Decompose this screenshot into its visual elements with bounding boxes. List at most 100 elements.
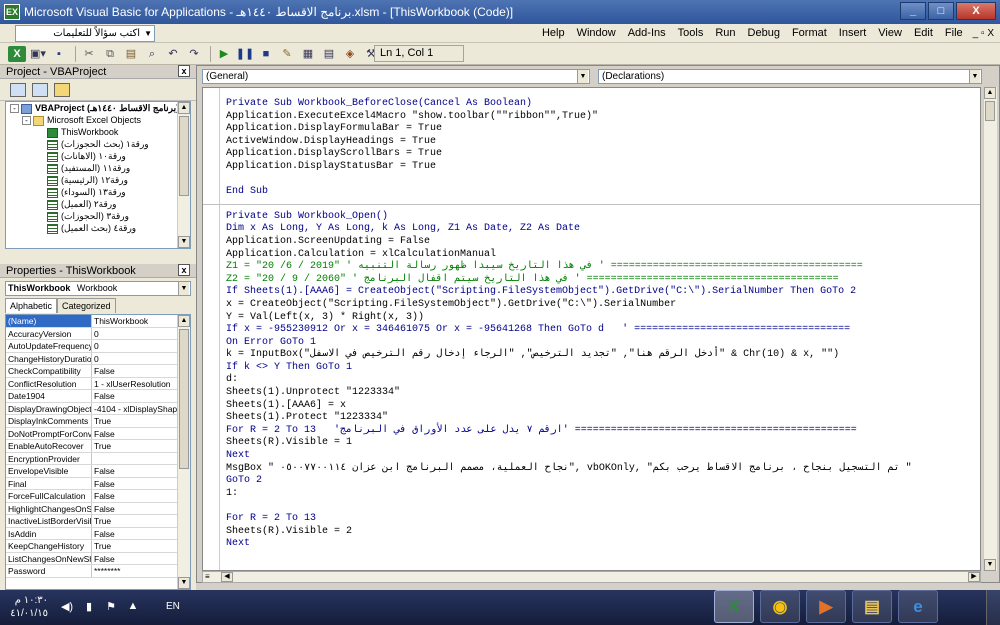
code-line[interactable]: Sheets(R).Visible = 1 — [226, 437, 980, 450]
tree-node[interactable]: ThisWorkbook — [6, 126, 190, 138]
menu-window[interactable]: Window — [571, 24, 622, 43]
property-value[interactable]: 0 — [92, 353, 178, 365]
chevron-down-icon[interactable]: ▼ — [178, 282, 189, 295]
property-value[interactable]: ThisWorkbook — [92, 315, 178, 327]
property-value[interactable]: False — [92, 390, 178, 402]
property-value[interactable]: False — [92, 465, 178, 477]
procedure-view-icon[interactable]: ≡ — [205, 573, 219, 581]
scroll-right-icon[interactable]: ▶ — [968, 572, 980, 582]
code-line[interactable]: Sheets(1).Protect "1223334" — [226, 412, 980, 425]
object-browser-icon[interactable]: ◈ — [341, 46, 359, 62]
code-line[interactable]: If x = -955230912 Or x = 346461075 Or x … — [226, 324, 980, 337]
code-line[interactable]: For R = 2 To 13 — [226, 513, 980, 526]
property-row[interactable]: DisplayInkComments True — [6, 415, 190, 428]
code-line[interactable]: Next — [226, 450, 980, 463]
tree-node[interactable]: - VBAProject (برنامج الاقساط ١٤٤٠هـ) — [6, 102, 190, 114]
property-value[interactable]: True — [92, 415, 178, 427]
property-row[interactable]: ChangeHistoryDuration 0 — [6, 352, 190, 365]
code-line[interactable]: Application.DisplayFormulaBar = True — [226, 123, 980, 136]
menu-debug[interactable]: Debug — [742, 24, 786, 43]
code-line[interactable]: Private Sub Workbook_BeforeClose(Cancel … — [226, 98, 980, 111]
reset-icon[interactable]: ■ — [257, 46, 275, 62]
property-row[interactable]: Date1904 False — [6, 390, 190, 403]
tree-node[interactable]: ورقة١ (بحث الحجوزات) — [6, 138, 190, 150]
code-line[interactable]: If k <> Y Then GoTo 1 — [226, 362, 980, 375]
maximize-button[interactable]: □ — [928, 2, 954, 20]
code-line[interactable]: On Error GoTo 1 — [226, 337, 980, 350]
property-row[interactable]: Password ******** — [6, 565, 190, 578]
view-code-icon[interactable] — [10, 82, 26, 97]
close-button[interactable]: X — [956, 2, 996, 20]
chevron-down-icon[interactable]: ▼ — [969, 70, 980, 83]
scroll-up-icon[interactable]: ▲ — [984, 87, 996, 99]
language-indicator[interactable]: EN — [166, 601, 180, 612]
tree-node[interactable]: ورقة١٣ (السوداء) — [6, 186, 190, 198]
code-line[interactable]: If Sheets(1).[AAA6] = CreateObject("Scri… — [226, 286, 980, 299]
property-row[interactable]: DoNotPromptForConvertFalse — [6, 427, 190, 440]
property-value[interactable]: False — [92, 528, 178, 540]
property-row[interactable]: ConflictResolution 1 - xlUserResolution — [6, 377, 190, 390]
property-row[interactable]: IsAddin False — [6, 527, 190, 540]
property-row[interactable]: EnableAutoRecover True — [6, 440, 190, 453]
project-panel-close-button[interactable]: x — [178, 65, 190, 77]
view-object-icon[interactable] — [32, 82, 48, 97]
cut-icon[interactable]: ✂ — [80, 46, 98, 62]
project-tree[interactable]: -VBAProject (برنامج الاقساط ١٤٤٠هـ)-Micr… — [5, 101, 191, 249]
minimize-button[interactable]: _ — [900, 2, 926, 20]
code-line[interactable]: Application.Calculation = xlCalculationM… — [226, 249, 980, 262]
tree-node[interactable]: ورقة١٢ (الرئيسية) — [6, 174, 190, 186]
properties-panel-close-button[interactable]: x — [178, 264, 190, 276]
scroll-thumb[interactable] — [985, 101, 995, 121]
property-value[interactable]: False — [92, 428, 178, 440]
chevron-down-icon[interactable]: ▼ — [577, 70, 588, 83]
project-explorer-icon[interactable]: ▦ — [299, 46, 317, 62]
menu-edit[interactable]: Edit — [908, 24, 939, 43]
media-app[interactable]: ▶ — [806, 590, 846, 623]
property-row[interactable]: HighlightChangesOnScreenFalse — [6, 502, 190, 515]
copy-icon[interactable]: ⧉ — [101, 46, 119, 62]
show-desktop-button[interactable] — [986, 590, 1000, 625]
tab-categorized[interactable]: Categorized — [57, 298, 116, 313]
property-row[interactable]: AutoUpdateFrequency 0 — [6, 340, 190, 353]
scroll-down-icon[interactable]: ▼ — [178, 577, 190, 589]
scroll-thumb[interactable] — [179, 116, 189, 196]
run-icon[interactable]: ▶ — [215, 46, 233, 62]
break-icon[interactable]: ❚❚ — [236, 46, 254, 62]
code-line[interactable]: Private Sub Workbook_Open() — [226, 211, 980, 224]
scroll-down-icon[interactable]: ▼ — [984, 559, 996, 571]
procedure-combo[interactable]: (Declarations) ▼ — [598, 69, 982, 84]
menu-view[interactable]: View — [872, 24, 908, 43]
tree-node[interactable]: - Microsoft Excel Objects — [6, 114, 190, 126]
property-row[interactable]: CheckCompatibility False — [6, 365, 190, 378]
property-value[interactable]: 0 — [92, 340, 178, 352]
ie-app[interactable]: e — [898, 590, 938, 623]
property-row[interactable]: Final False — [6, 477, 190, 490]
breakpoint-margin[interactable] — [203, 88, 220, 570]
tree-toggle-icon[interactable]: - — [10, 104, 19, 114]
code-line[interactable]: k = InputBox("أدخل الرقم هنا", "تجديد ال… — [226, 349, 980, 362]
toggle-folders-icon[interactable] — [54, 82, 70, 97]
code-line[interactable]: End Sub — [226, 186, 980, 199]
object-selector[interactable]: ThisWorkbook Workbook ▼ — [5, 281, 191, 296]
code-line[interactable] — [226, 500, 980, 513]
mdi-window-buttons[interactable]: _ ▫ X — [969, 24, 1000, 43]
code-line[interactable]: x = CreateObject("Scripting.FileSystemOb… — [226, 299, 980, 312]
tab-alphabetic[interactable]: Alphabetic — [5, 298, 58, 313]
property-value[interactable]: False — [92, 503, 178, 515]
property-value[interactable]: 0 — [92, 328, 178, 340]
property-row[interactable]: EnvelopeVisible False — [6, 465, 190, 478]
help-search-input[interactable]: اكتب سؤالاً للتعليمات ▼ — [15, 25, 155, 42]
scroll-up-icon[interactable]: ▲ — [178, 102, 190, 114]
excel-app[interactable]: X — [714, 590, 754, 623]
chevron-down-icon[interactable]: ▼ — [144, 26, 152, 41]
insert-userform-icon[interactable]: ▣▾ — [29, 46, 47, 62]
find-icon[interactable]: ⌕ — [143, 46, 161, 62]
object-combo[interactable]: (General) ▼ — [202, 69, 590, 84]
code-hscrollbar[interactable]: ≡ ◀ ▶ — [202, 571, 981, 583]
property-value[interactable]: ******** — [92, 565, 178, 577]
redo-icon[interactable]: ↷ — [185, 46, 203, 62]
properties-window-icon[interactable]: ▤ — [320, 46, 338, 62]
scroll-thumb[interactable] — [179, 329, 189, 469]
code-line[interactable]: 1: — [226, 488, 980, 501]
property-value[interactable]: True — [92, 440, 178, 452]
